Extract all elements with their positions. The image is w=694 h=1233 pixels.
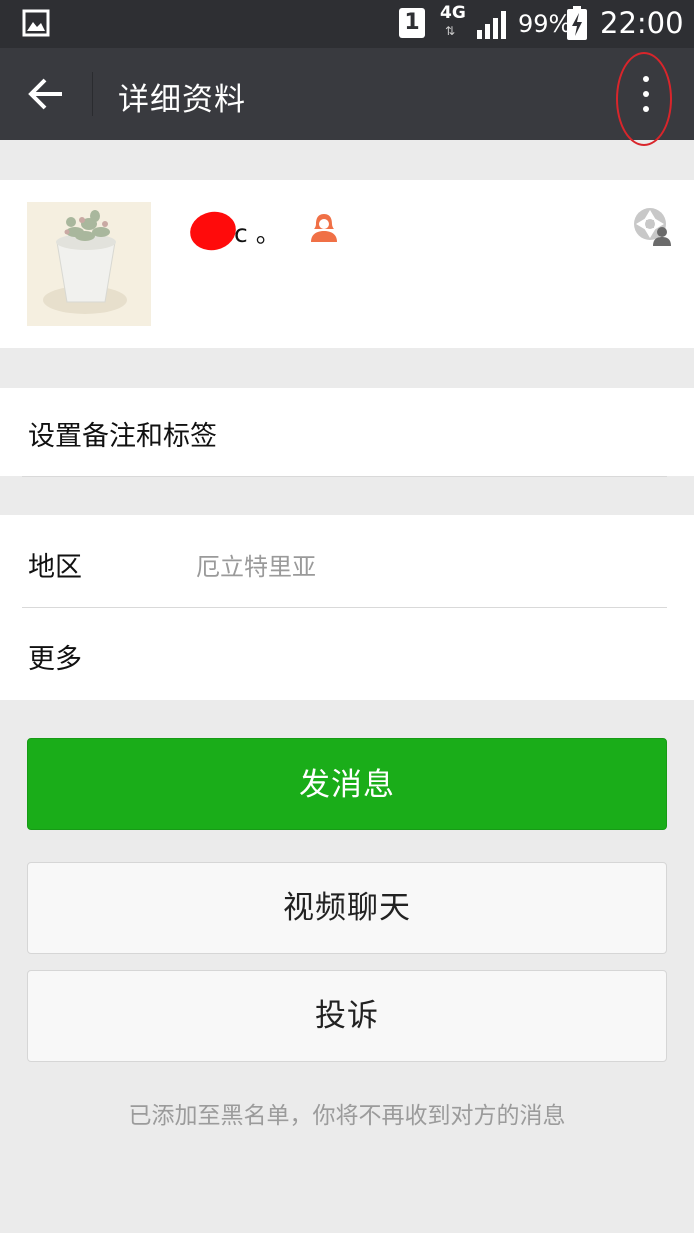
more-info-cell[interactable]: 更多: [0, 608, 694, 700]
region-value: 厄立特里亚: [196, 553, 316, 581]
avatar[interactable]: [27, 202, 151, 326]
network-type: 4G: [440, 3, 466, 23]
clock: 22:00: [600, 6, 684, 40]
status-bar: 1 4G ⇅ 99% 22:00: [0, 0, 694, 48]
title-divider: [92, 72, 93, 116]
set-remark-tags-cell[interactable]: 设置备注和标签: [0, 388, 694, 476]
succulent-plant-image: [27, 202, 151, 326]
back-arrow-icon[interactable]: [26, 76, 66, 112]
gallery-icon: [22, 9, 50, 37]
battery-percent: 99%: [518, 10, 572, 38]
more-options-button[interactable]: [616, 52, 676, 148]
signal-strength-icon: [477, 11, 506, 39]
more-info-label: 更多: [28, 644, 82, 675]
page-title: 详细资料: [118, 82, 246, 118]
divider: [22, 476, 667, 477]
sim-slot-indicator: 1: [399, 8, 425, 38]
report-button[interactable]: 投诉: [27, 970, 667, 1062]
region-label: 地区: [28, 552, 82, 583]
send-message-button[interactable]: 发消息: [27, 738, 667, 830]
region-cell: 地区 厄立特里亚: [0, 515, 694, 607]
red-circle-annotation: [616, 52, 672, 146]
female-user-icon: [311, 214, 337, 242]
redaction-mark: [186, 207, 240, 255]
title-bar: 详细资料: [0, 48, 694, 146]
moments-camera-icon[interactable]: [632, 206, 672, 246]
blacklist-notice: 已添加至黑名单，你将不再收到对方的消息: [128, 1103, 566, 1129]
profile-card[interactable]: c 。: [0, 180, 694, 348]
video-chat-button[interactable]: 视频聊天: [27, 862, 667, 954]
nickname-text: c 。: [234, 219, 281, 248]
battery-charging-icon: [567, 6, 587, 40]
set-remark-tags-label: 设置备注和标签: [28, 421, 217, 452]
data-arrows-icon: ⇅: [445, 24, 456, 38]
info-group: 地区 厄立特里亚 更多: [0, 515, 694, 700]
